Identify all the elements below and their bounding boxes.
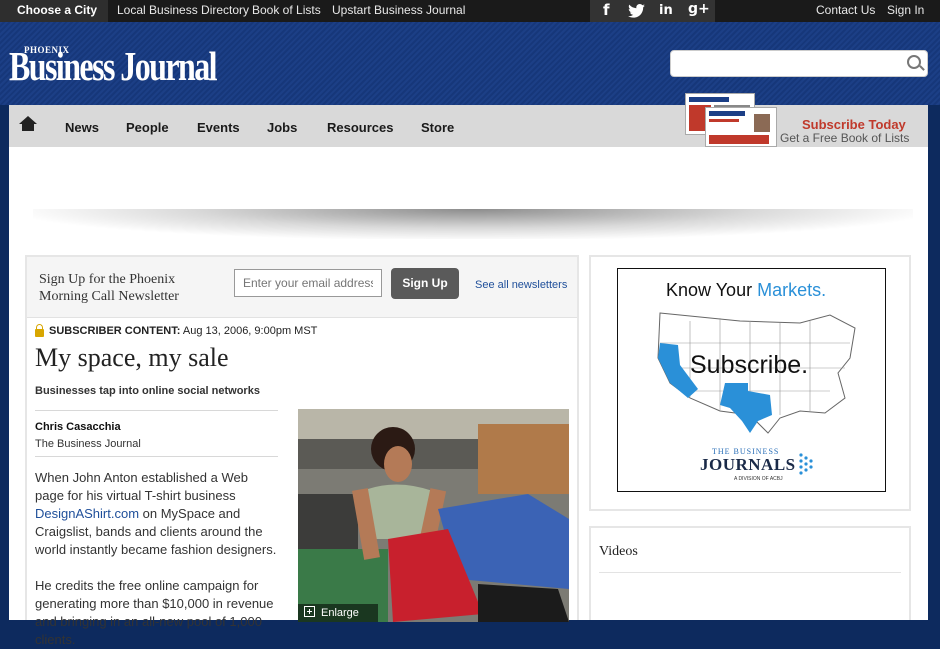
advertisement-box: Know Your Markets. Subscribe. THE BUSINE… (589, 255, 911, 511)
ad-headline-accent: Markets. (757, 280, 827, 300)
ad-brand-tagline: A DIVISION OF ACBJ (734, 476, 783, 482)
facebook-icon[interactable]: f (603, 1, 610, 19)
paragraph-text: When John Anton established a Web page f… (35, 470, 248, 503)
subscribe-offer-text[interactable]: Get a Free Book of Lists (780, 131, 909, 145)
city-selector[interactable]: Choose a City (0, 0, 108, 33)
article-paragraph: He credits the free online campaign for … (35, 578, 274, 647)
article-meta: SUBSCRIBER CONTENT: Aug 13, 2006, 9:00pm… (49, 325, 317, 337)
nav-item-jobs[interactable]: Jobs (267, 120, 297, 135)
book-of-lists-link[interactable]: Book of Lists (252, 0, 321, 21)
lock-icon (35, 324, 44, 337)
sign-in-link[interactable]: Sign In (887, 0, 924, 21)
newsletter-email-input[interactable] (234, 269, 382, 297)
page-content: Sign Up for the Phoenix Morning Call New… (9, 147, 928, 647)
top-bar: Choose a City Local Business Directory B… (0, 0, 940, 33)
photo-illustration (298, 409, 569, 622)
ad-headline-text: Know Your (666, 280, 758, 300)
article-photo[interactable]: Enlarge (298, 409, 569, 622)
linkedin-icon[interactable]: in (659, 3, 673, 18)
ad-brand-logo: JOURNALS (700, 455, 796, 474)
nav-item-news[interactable]: News (65, 120, 99, 135)
author-name[interactable]: Chris Casacchia (35, 421, 121, 433)
google-plus-icon[interactable]: g+ (688, 1, 710, 17)
divider (35, 456, 278, 457)
article-date: Aug 13, 2006, 9:00pm MST (182, 325, 318, 337)
ad-headline: Know Your Markets. (666, 280, 826, 301)
search-input[interactable] (670, 50, 928, 77)
newsletter-prompt: Sign Up for the Phoenix Morning Call New… (39, 272, 179, 304)
ad-divider-shadow (33, 209, 913, 239)
ad-subscribe-text: Subscribe. (690, 351, 809, 379)
article-headline: My space, my sale (35, 343, 229, 372)
contact-us-link[interactable]: Contact Us (816, 0, 875, 21)
subscribe-ad[interactable]: Know Your Markets. Subscribe. THE BUSINE… (617, 268, 886, 492)
enlarge-label: Enlarge (321, 607, 359, 619)
article-column: Sign Up for the Phoenix Morning Call New… (25, 255, 579, 647)
subscribe-book-thumbnail[interactable] (705, 107, 777, 147)
site-logo[interactable]: Business Journal (9, 42, 218, 90)
newsletter-signup: Sign Up for the Phoenix Morning Call New… (27, 257, 577, 318)
brand-dots-icon (799, 453, 813, 475)
upstart-business-journal-link[interactable]: Upstart Business Journal (332, 0, 465, 21)
nav-item-events[interactable]: Events (197, 120, 240, 135)
divider (35, 410, 278, 411)
nav-item-resources[interactable]: Resources (327, 120, 393, 135)
twitter-icon[interactable] (628, 4, 645, 18)
article-subhead: Businesses tap into online social networ… (35, 385, 260, 397)
all-newsletters-link[interactable]: See all newsletters (475, 279, 567, 291)
enlarge-button[interactable]: Enlarge (298, 604, 378, 622)
designashirt-link[interactable]: DesignAShirt.com (35, 506, 139, 521)
site-header: PHOENIX Business Journal (0, 22, 940, 105)
subscribe-today-link[interactable]: Subscribe Today (802, 117, 906, 132)
publication-name: The Business Journal (35, 438, 141, 450)
divider (599, 572, 901, 573)
social-links: f in g+ (590, 0, 715, 22)
search-icon[interactable] (907, 55, 921, 69)
home-icon[interactable] (19, 116, 37, 132)
videos-panel: Videos (589, 526, 911, 620)
main-nav: News People Events Jobs Resources Store … (9, 93, 928, 147)
nav-item-store[interactable]: Store (421, 120, 454, 135)
plus-icon (304, 606, 315, 617)
subscriber-badge: SUBSCRIBER CONTENT: (49, 325, 181, 337)
article-paragraph: When John Anton established a Web page f… (35, 469, 280, 559)
local-business-directory-link[interactable]: Local Business Directory (117, 0, 249, 21)
nav-item-people[interactable]: People (126, 120, 169, 135)
videos-title: Videos (599, 544, 638, 559)
city-selector-label: Choose a City (17, 3, 98, 17)
newsletter-signup-button[interactable]: Sign Up (391, 268, 459, 299)
